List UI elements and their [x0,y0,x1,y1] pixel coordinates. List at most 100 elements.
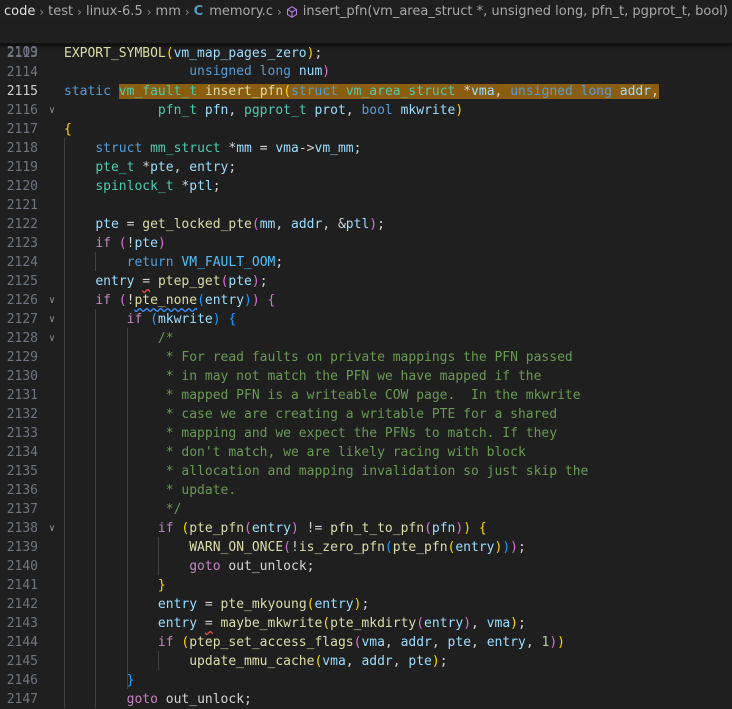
code-line[interactable]: 2125 entry = ptep_get(pte); [0,272,732,291]
code-line[interactable]: 2128 ∨ /* [0,329,732,348]
code-line[interactable]: 2118 struct mm_struct *mm = vma->vm_mm; [0,139,732,158]
indent-guide [157,537,159,575]
line-number: 2136 [6,483,38,498]
code-text: * don't match, we are likely racing with… [64,445,526,460]
c-file-icon: C [193,4,204,19]
code-text: pte = get_locked_pte(mm, addr, &ptl); [95,217,385,232]
code-text: { [64,122,72,137]
line-number: 2141 [6,578,38,593]
code-text: /* [64,331,174,346]
code-text: } [157,578,166,593]
code-text: return VM_FAULT_OOM; [126,255,284,270]
code-text: if (!pte) [95,236,166,251]
line-number: 2135 [6,464,38,479]
line-number: 2123 [6,236,38,251]
breadcrumb-item-linux[interactable]: linux-6.5 [86,0,143,24]
code-line[interactable]: 2126 ∨ if (!pte_none(entry)) { [0,291,732,310]
line-number: 2144 [6,635,38,650]
fold-chevron-icon[interactable]: ∨ [47,291,57,310]
breadcrumb-item-file[interactable]: memory.c [209,0,273,24]
line-number: 2127 [6,312,38,327]
line-number: 2129 [6,350,38,365]
code-line[interactable]: 2130 * in may not match the PFN we have … [0,367,732,386]
code-line[interactable]: 2122 pte = get_locked_pte(mm, addr, &ptl… [0,215,732,234]
code-text: update_mmu_cache(vma, addr, pte); [189,654,448,669]
line-number: 2122 [6,217,38,232]
breadcrumb-separator: › [77,5,82,19]
code-line[interactable]: 2117 { [0,120,732,139]
fold-chevron-icon[interactable]: ∨ [47,101,57,120]
line-number: 2137 [6,502,38,517]
line-number: 2138 [6,521,38,536]
line-number: 2134 [6,445,38,460]
line-number: 2133 [6,426,38,441]
code-line[interactable]: 2116 ∨ pfn_t pfn, pgprot_t prot, bool mkw… [0,101,732,120]
indent-guide [157,651,159,670]
code-text: if (mkwrite) { [126,312,237,327]
code-line[interactable]: 2134 * don't match, we are likely racing… [0,443,732,462]
line-number: 2116 [6,103,38,118]
line-number: 2128 [6,331,38,346]
line-number: 2142 [6,597,38,612]
code-line[interactable]: 2145 update_mmu_cache(vma, addr, pte); [0,652,732,671]
line-number: 2130 [6,369,38,384]
line-number: 2139 [6,540,38,555]
code-line[interactable]: 2135 * allocation and mapping invalidati… [0,462,732,481]
code-line[interactable]: 2140 goto out_unlock; [0,557,732,576]
code-line[interactable]: 2131 * mapped PFN is a writeable COW pag… [0,386,732,405]
code-line[interactable]: 2113 EXPORT_SYMBOL(vm_map_pages_zero); [0,44,732,63]
code-line[interactable]: 2133 * mapping and we expect the PFNs to… [0,424,732,443]
fold-chevron-icon[interactable]: ∨ [47,329,57,348]
code-line[interactable]: 2129 * For read faults on private mappin… [0,348,732,367]
code-line[interactable]: 2127 ∨ if (mkwrite) { [0,310,732,329]
code-line[interactable]: 2139 WARN_ON_ONCE(!is_zero_pfn(pte_pfn(e… [0,538,732,557]
code-line[interactable]: 2141 } [0,576,732,595]
code-text: pte_t *pte, entry; [95,160,237,175]
line-number: 2117 [6,122,38,137]
code-line[interactable]: 2121 [0,196,732,215]
code-text: if (!pte_none(entry)) { [95,293,276,308]
code-line[interactable]: 2143 entry = maybe_mkwrite(pte_mkdirty(e… [0,614,732,633]
code-text: * For read faults on private mappings th… [64,350,573,365]
code-line[interactable]: 2124 return VM_FAULT_OOM; [0,253,732,272]
code-line[interactable]: 2144 if (ptep_set_access_flags(vma, addr… [0,633,732,652]
code-line[interactable]: 2136 * update. [0,481,732,500]
breadcrumb-item-code[interactable]: code [4,0,35,24]
sticky-scroll-line[interactable]: 2109 unsigned long num) [0,24,732,79]
code-text: entry = maybe_mkwrite(pte_mkdirty(entry)… [157,616,526,631]
code-line[interactable]: 2142 entry = pte_mkyoung(entry); [0,595,732,614]
code-text: struct mm_struct *mm = vma->vm_mm; [95,141,362,156]
code-line[interactable]: 2114 [0,63,732,82]
code-text: static vm_fault_t insert_pfn(struct vm_a… [64,84,659,99]
code-line[interactable]: 2146 } [0,671,732,690]
breadcrumb-item-mm[interactable]: mm [156,0,181,24]
code-line[interactable]: 2119 pte_t *pte, entry; [0,158,732,177]
indent-guide [95,309,97,708]
code-text: * allocation and mapping invalidation so… [64,464,589,479]
code-text: spinlock_t *ptl; [95,179,221,194]
code-text: pfn_t pfn, pgprot_t prot, bool mkwrite) [157,103,464,118]
line-number: 2145 [6,654,38,669]
code-editor[interactable]: 2109 unsigned long num) 2113 EXPORT_SYMBO… [0,24,732,709]
code-line[interactable]: 2137 */ [0,500,732,519]
fold-chevron-icon[interactable]: ∨ [47,519,57,538]
line-number: 2146 [6,673,38,688]
code-line[interactable]: 2138 ∨ if (pte_pfn(entry) != pfn_t_to_pfn… [0,519,732,538]
line-number: 2132 [6,407,38,422]
breadcrumb-separator: › [146,5,152,19]
code-text: WARN_ON_ONCE(!is_zero_pfn(pte_pfn(entry)… [189,540,526,555]
indent-guide [95,252,97,271]
breadcrumb-separator: › [39,5,45,19]
code-line[interactable]: 2115 static vm_fault_t insert_pfn(struct … [0,82,732,101]
code-text: } [126,673,135,688]
line-number: 2118 [6,141,38,156]
line-number: 2126 [6,293,38,308]
line-number: 2125 [6,274,38,289]
code-line[interactable]: 2120 spinlock_t *ptl; [0,177,732,196]
fold-chevron-icon[interactable]: ∨ [47,310,57,329]
breadcrumb-item-test[interactable]: test [48,0,73,24]
line-number: 2115 [6,84,38,99]
code-line[interactable]: 2132 * case we are creating a writable P… [0,405,732,424]
code-line[interactable]: 2123 if (!pte) [0,234,732,253]
breadcrumb-item-symbol[interactable]: insert_pfn(vm_area_struct *, unsigned lo… [303,0,728,24]
